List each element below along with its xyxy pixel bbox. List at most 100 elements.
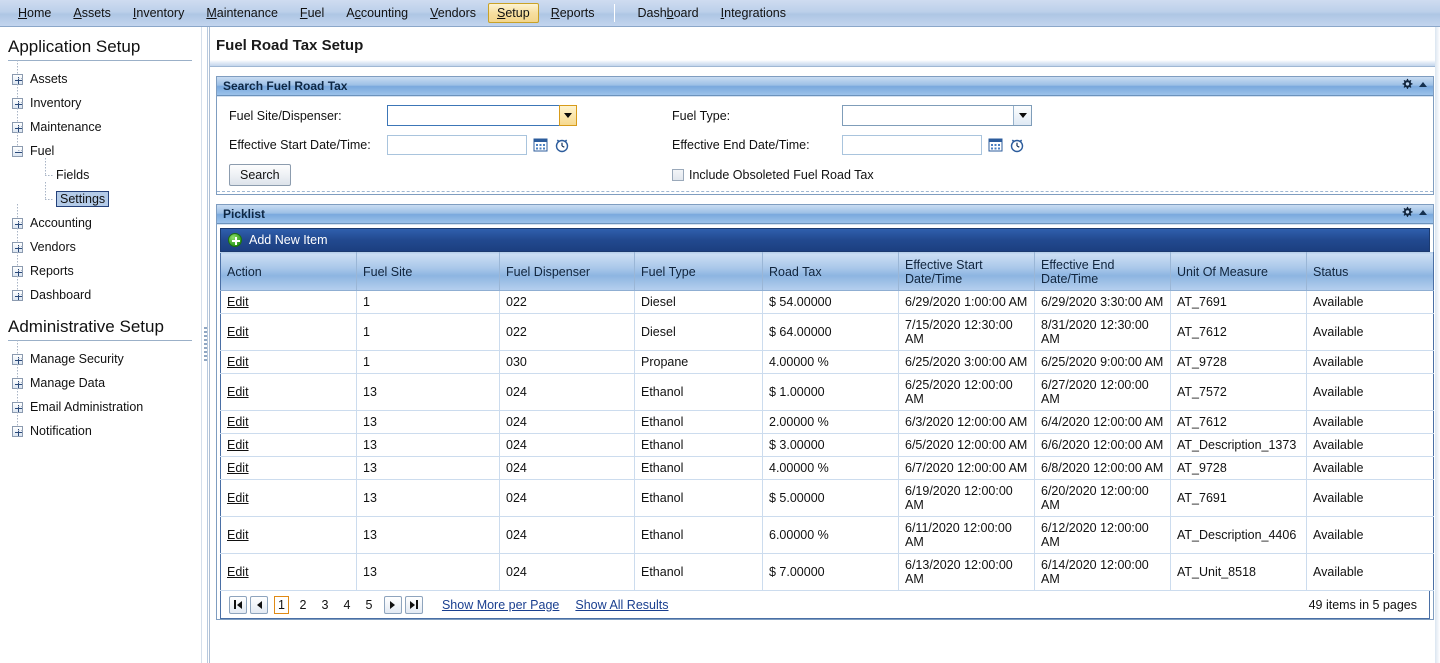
sidebar-item-label[interactable]: Dashboard [30,288,91,302]
nav-item-home[interactable]: Home [8,2,61,24]
sidebar-item-maintenance[interactable]: Maintenance [0,108,200,139]
sidebar-item-manage-security[interactable]: Manage Security [0,340,200,371]
sidebar-item-reports[interactable]: Reports [0,252,200,283]
nav-item-reports[interactable]: Reports [541,2,605,24]
expand-node-icon[interactable] [12,97,23,109]
expand-node-icon[interactable] [12,217,23,229]
page-number-3[interactable]: 3 [318,596,332,614]
edit-link[interactable]: Edit [227,325,249,339]
nav-item-vendors[interactable]: Vendors [420,2,486,24]
edit-link[interactable]: Edit [227,438,249,452]
edit-link[interactable]: Edit [227,528,249,542]
collapse-triangle-icon[interactable] [1419,81,1427,87]
edit-link[interactable]: Edit [227,385,249,399]
nav-item-integrations[interactable]: Integrations [711,2,796,24]
expand-node-icon[interactable] [12,73,23,85]
effective-end-date-input[interactable] [842,134,982,155]
expand-node-icon[interactable] [12,265,23,277]
column-header-effective-start[interactable]: Effective Start Date/Time [898,252,1035,291]
column-header-unit-of-measure[interactable]: Unit Of Measure [1170,252,1307,291]
sidebar-item-manage-data[interactable]: Manage Data [0,364,200,395]
sidebar-item-fuel[interactable]: Fuel [0,132,200,163]
gear-icon[interactable] [1401,78,1413,90]
first-page-button[interactable] [229,595,247,614]
sidebar-item-notification[interactable]: Notification [0,412,200,443]
last-page-button[interactable] [404,595,423,614]
sidebar-item-label[interactable]: Assets [30,72,68,86]
sidebar-item-label[interactable]: Fields [56,168,89,182]
sidebar-item-settings[interactable]: Settings [0,182,200,211]
fuel-site-dispenser-dropdown-button[interactable] [559,105,577,126]
expand-node-icon[interactable] [12,377,23,389]
previous-page-button[interactable] [250,595,268,614]
sidebar-item-vendors[interactable]: Vendors [0,228,200,259]
edit-link[interactable]: Edit [227,461,249,475]
expand-node-icon[interactable] [12,289,23,301]
sidebar-item-label[interactable]: Inventory [30,96,81,110]
sidebar-item-fields[interactable]: Fields [0,158,200,187]
next-page-button[interactable] [383,595,402,614]
expand-node-icon[interactable] [12,353,23,365]
gear-icon[interactable] [1401,206,1413,218]
sidebar-item-label[interactable]: Notification [30,424,92,438]
edit-link[interactable]: Edit [227,415,249,429]
column-header-road-tax[interactable]: Road Tax [762,252,899,291]
column-header-status[interactable]: Status [1306,252,1434,291]
show-all-results-link[interactable]: Show All Results [575,598,668,612]
page-number-5[interactable]: 5 [362,596,376,614]
column-header-fuel-site[interactable]: Fuel Site [356,252,500,291]
nav-item-assets[interactable]: Assets [63,2,121,24]
sidebar-item-label[interactable]: Maintenance [30,120,102,134]
sidebar-item-label[interactable]: Vendors [30,240,76,254]
collapse-triangle-icon[interactable] [1419,209,1427,215]
column-header-fuel-dispenser[interactable]: Fuel Dispenser [499,252,635,291]
edit-link[interactable]: Edit [227,355,249,369]
expand-node-icon[interactable] [12,425,23,437]
nav-item-maintenance[interactable]: Maintenance [196,2,288,24]
expand-node-icon[interactable] [12,121,23,133]
sidebar-item-label[interactable]: Settings [56,191,110,207]
clock-icon[interactable] [554,137,570,153]
fuel-type-input[interactable] [843,106,1013,125]
sidebar-item-label[interactable]: Manage Security [30,352,124,366]
fuel-site-dispenser-input[interactable] [388,106,559,125]
edit-link[interactable]: Edit [227,491,249,505]
edit-link[interactable]: Edit [227,295,249,309]
sidebar-item-inventory[interactable]: Inventory [0,84,200,115]
nav-item-fuel[interactable]: Fuel [290,2,334,24]
sidebar-item-dashboard[interactable]: Dashboard [0,276,200,307]
sidebar-item-accounting[interactable]: Accounting [0,204,200,235]
calendar-icon[interactable] [533,137,548,152]
nav-item-accounting[interactable]: Accounting [336,2,418,24]
sidebar-item-label[interactable]: Accounting [30,216,92,230]
sidebar-splitter[interactable] [201,27,208,663]
column-header-action[interactable]: Action [220,252,357,291]
nav-item-setup[interactable]: Setup [488,3,539,23]
sidebar-item-assets[interactable]: Assets [0,60,200,91]
fuel-type-combo[interactable] [842,105,1032,126]
fuel-type-dropdown-button[interactable] [1013,106,1031,125]
calendar-icon[interactable] [988,137,1003,152]
sidebar-item-label[interactable]: Manage Data [30,376,105,390]
fuel-site-dispenser-combo[interactable] [387,105,577,126]
sidebar-item-label[interactable]: Fuel [30,144,54,158]
sidebar-item-label[interactable]: Email Administration [30,400,143,414]
effective-start-date-input[interactable] [387,134,527,155]
page-number-2[interactable]: 2 [296,596,310,614]
column-header-fuel-type[interactable]: Fuel Type [634,252,763,291]
sidebar-item-email-administration[interactable]: Email Administration [0,388,200,419]
show-more-per-page-link[interactable]: Show More per Page [442,598,559,612]
expand-node-icon[interactable] [12,401,23,413]
expand-node-icon[interactable] [12,241,23,253]
edit-link[interactable]: Edit [227,565,249,579]
nav-item-dashboard[interactable]: Dashboard [627,2,708,24]
page-number-4[interactable]: 4 [340,596,354,614]
collapse-node-icon[interactable] [12,145,23,157]
include-obsoleted-checkbox[interactable] [672,169,684,181]
column-header-effective-end[interactable]: Effective End Date/Time [1034,252,1171,291]
add-new-item-button[interactable]: Add New Item [220,228,1430,252]
sidebar-item-label[interactable]: Reports [30,264,74,278]
page-number-1[interactable]: 1 [274,595,289,614]
search-button[interactable]: Search [229,164,291,186]
nav-item-inventory[interactable]: Inventory [123,2,194,24]
